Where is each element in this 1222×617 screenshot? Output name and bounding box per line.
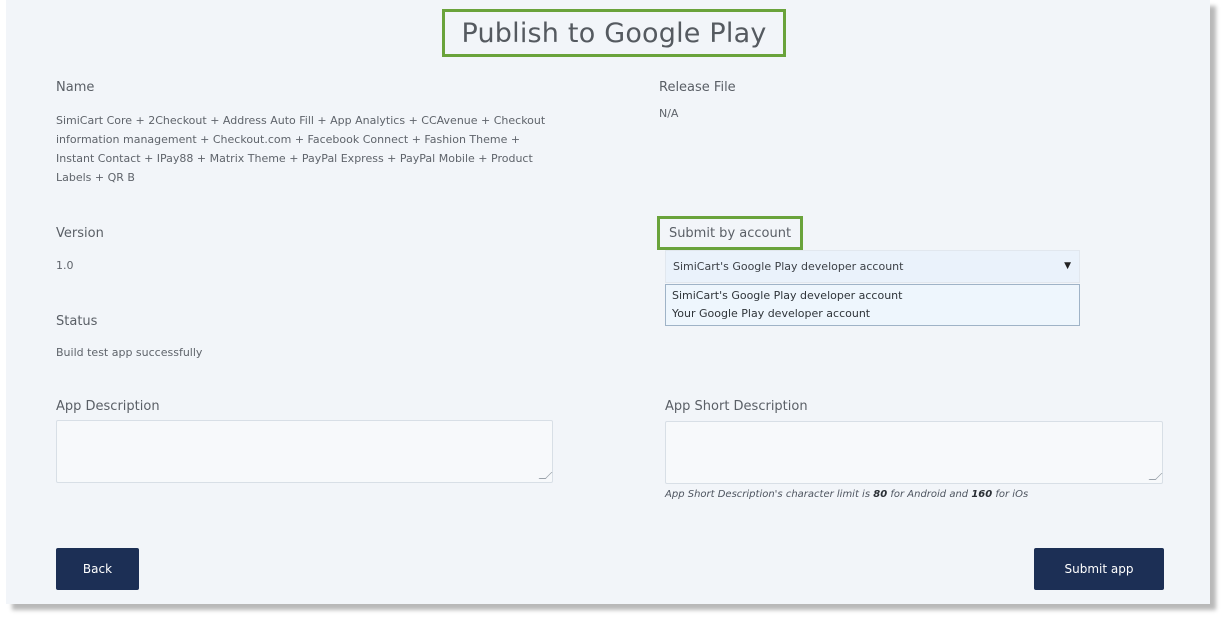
status-label: Status bbox=[56, 314, 98, 329]
submit-by-account-select[interactable]: SimiCart's Google Play developer account… bbox=[665, 250, 1080, 283]
dropdown-option-simicart-account[interactable]: SimiCart's Google Play developer account bbox=[672, 287, 1079, 305]
app-short-description-label: App Short Description bbox=[665, 399, 808, 414]
submit-app-button[interactable]: Submit app bbox=[1034, 548, 1164, 590]
status-value: Build test app successfully bbox=[56, 346, 203, 359]
submit-by-account-label-box: Submit by account bbox=[657, 216, 803, 250]
app-short-description-textarea[interactable] bbox=[665, 421, 1163, 484]
resize-handle-icon[interactable] bbox=[538, 472, 553, 479]
help-android-limit: 80 bbox=[873, 489, 888, 500]
version-label: Version bbox=[56, 226, 104, 241]
back-button[interactable]: Back bbox=[56, 548, 139, 590]
help-text-part1: App Short Description's character limit … bbox=[665, 489, 874, 500]
submit-by-account-label: Submit by account bbox=[668, 225, 792, 241]
help-text-part2: for Android and bbox=[887, 489, 972, 500]
short-description-help-text: App Short Description's character limit … bbox=[665, 489, 1028, 500]
help-text-part3: for iOs bbox=[992, 489, 1029, 500]
name-value: SimiCart Core + 2Checkout + Address Auto… bbox=[56, 114, 546, 184]
page-title-box: Publish to Google Play bbox=[442, 9, 786, 57]
app-description-textarea[interactable] bbox=[56, 420, 553, 483]
dropdown-arrow-icon: ▼ bbox=[1064, 261, 1071, 271]
name-label: Name bbox=[56, 80, 95, 95]
version-value: 1.0 bbox=[56, 259, 74, 272]
release-file-label: Release File bbox=[659, 80, 736, 95]
help-ios-limit: 160 bbox=[971, 489, 993, 500]
dropdown-option-your-account[interactable]: Your Google Play developer account bbox=[672, 305, 1079, 323]
resize-handle-icon[interactable] bbox=[1148, 473, 1163, 480]
release-file-value: N/A bbox=[659, 107, 679, 120]
submit-by-account-selected: SimiCart's Google Play developer account bbox=[673, 260, 904, 273]
app-description-label: App Description bbox=[56, 399, 160, 414]
page-title: Publish to Google Play bbox=[461, 17, 767, 49]
submit-by-account-dropdown: SimiCart's Google Play developer account… bbox=[665, 284, 1080, 326]
